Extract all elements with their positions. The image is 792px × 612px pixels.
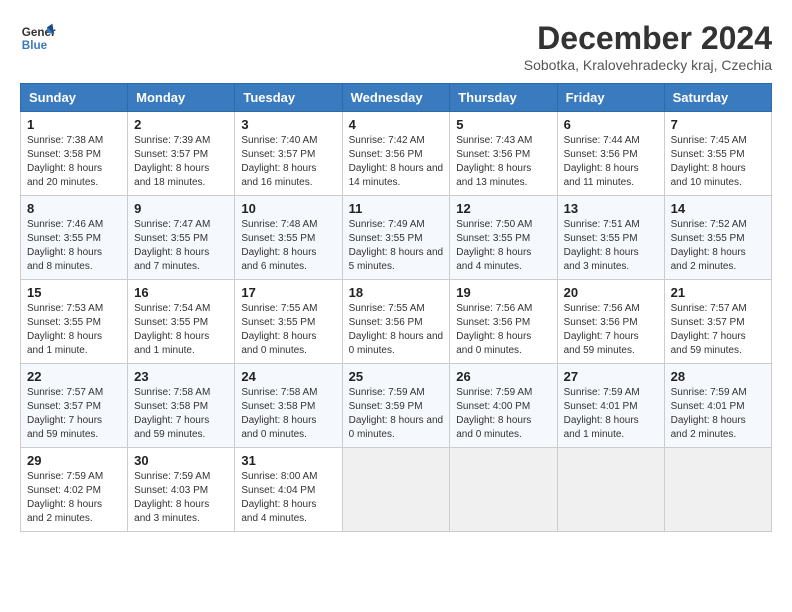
table-row: 23Sunrise: 7:58 AMSunset: 3:58 PMDayligh… bbox=[128, 364, 235, 448]
col-wednesday: Wednesday bbox=[342, 84, 450, 112]
table-row: 5Sunrise: 7:43 AMSunset: 3:56 PMDaylight… bbox=[450, 112, 557, 196]
table-row: 11Sunrise: 7:49 AMSunset: 3:55 PMDayligh… bbox=[342, 196, 450, 280]
table-row: 28Sunrise: 7:59 AMSunset: 4:01 PMDayligh… bbox=[664, 364, 771, 448]
col-thursday: Thursday bbox=[450, 84, 557, 112]
table-row bbox=[450, 448, 557, 532]
table-row: 19Sunrise: 7:56 AMSunset: 3:56 PMDayligh… bbox=[450, 280, 557, 364]
table-row: 7Sunrise: 7:45 AMSunset: 3:55 PMDaylight… bbox=[664, 112, 771, 196]
table-row: 25Sunrise: 7:59 AMSunset: 3:59 PMDayligh… bbox=[342, 364, 450, 448]
table-row: 29Sunrise: 7:59 AMSunset: 4:02 PMDayligh… bbox=[21, 448, 128, 532]
svg-text:Blue: Blue bbox=[22, 39, 48, 52]
title-section: December 2024 Sobotka, Kralovehradecky k… bbox=[524, 20, 772, 73]
table-row: 16Sunrise: 7:54 AMSunset: 3:55 PMDayligh… bbox=[128, 280, 235, 364]
table-row: 1Sunrise: 7:38 AMSunset: 3:58 PMDaylight… bbox=[21, 112, 128, 196]
table-row bbox=[557, 448, 664, 532]
table-row: 8Sunrise: 7:46 AMSunset: 3:55 PMDaylight… bbox=[21, 196, 128, 280]
table-row: 13Sunrise: 7:51 AMSunset: 3:55 PMDayligh… bbox=[557, 196, 664, 280]
table-row: 15Sunrise: 7:53 AMSunset: 3:55 PMDayligh… bbox=[21, 280, 128, 364]
col-monday: Monday bbox=[128, 84, 235, 112]
table-row bbox=[342, 448, 450, 532]
table-row: 2Sunrise: 7:39 AMSunset: 3:57 PMDaylight… bbox=[128, 112, 235, 196]
table-row: 4Sunrise: 7:42 AMSunset: 3:56 PMDaylight… bbox=[342, 112, 450, 196]
table-row: 31Sunrise: 8:00 AMSunset: 4:04 PMDayligh… bbox=[235, 448, 342, 532]
table-row: 9Sunrise: 7:47 AMSunset: 3:55 PMDaylight… bbox=[128, 196, 235, 280]
calendar-table: Sunday Monday Tuesday Wednesday Thursday… bbox=[20, 83, 772, 532]
table-row: 26Sunrise: 7:59 AMSunset: 4:00 PMDayligh… bbox=[450, 364, 557, 448]
table-row: 30Sunrise: 7:59 AMSunset: 4:03 PMDayligh… bbox=[128, 448, 235, 532]
table-row: 18Sunrise: 7:55 AMSunset: 3:56 PMDayligh… bbox=[342, 280, 450, 364]
col-sunday: Sunday bbox=[21, 84, 128, 112]
table-row: 10Sunrise: 7:48 AMSunset: 3:55 PMDayligh… bbox=[235, 196, 342, 280]
col-saturday: Saturday bbox=[664, 84, 771, 112]
table-row: 17Sunrise: 7:55 AMSunset: 3:55 PMDayligh… bbox=[235, 280, 342, 364]
col-tuesday: Tuesday bbox=[235, 84, 342, 112]
table-row: 6Sunrise: 7:44 AMSunset: 3:56 PMDaylight… bbox=[557, 112, 664, 196]
location: Sobotka, Kralovehradecky kraj, Czechia bbox=[524, 57, 772, 73]
month-title: December 2024 bbox=[524, 20, 772, 57]
table-row: 12Sunrise: 7:50 AMSunset: 3:55 PMDayligh… bbox=[450, 196, 557, 280]
calendar-header-row: Sunday Monday Tuesday Wednesday Thursday… bbox=[21, 84, 772, 112]
table-row: 3Sunrise: 7:40 AMSunset: 3:57 PMDaylight… bbox=[235, 112, 342, 196]
col-friday: Friday bbox=[557, 84, 664, 112]
table-row: 20Sunrise: 7:56 AMSunset: 3:56 PMDayligh… bbox=[557, 280, 664, 364]
logo-icon: General Blue bbox=[20, 20, 56, 56]
table-row: 27Sunrise: 7:59 AMSunset: 4:01 PMDayligh… bbox=[557, 364, 664, 448]
table-row: 24Sunrise: 7:58 AMSunset: 3:58 PMDayligh… bbox=[235, 364, 342, 448]
page-header: General Blue December 2024 Sobotka, Kral… bbox=[20, 20, 772, 73]
table-row: 21Sunrise: 7:57 AMSunset: 3:57 PMDayligh… bbox=[664, 280, 771, 364]
table-row bbox=[664, 448, 771, 532]
logo: General Blue bbox=[20, 20, 56, 56]
table-row: 14Sunrise: 7:52 AMSunset: 3:55 PMDayligh… bbox=[664, 196, 771, 280]
table-row: 22Sunrise: 7:57 AMSunset: 3:57 PMDayligh… bbox=[21, 364, 128, 448]
